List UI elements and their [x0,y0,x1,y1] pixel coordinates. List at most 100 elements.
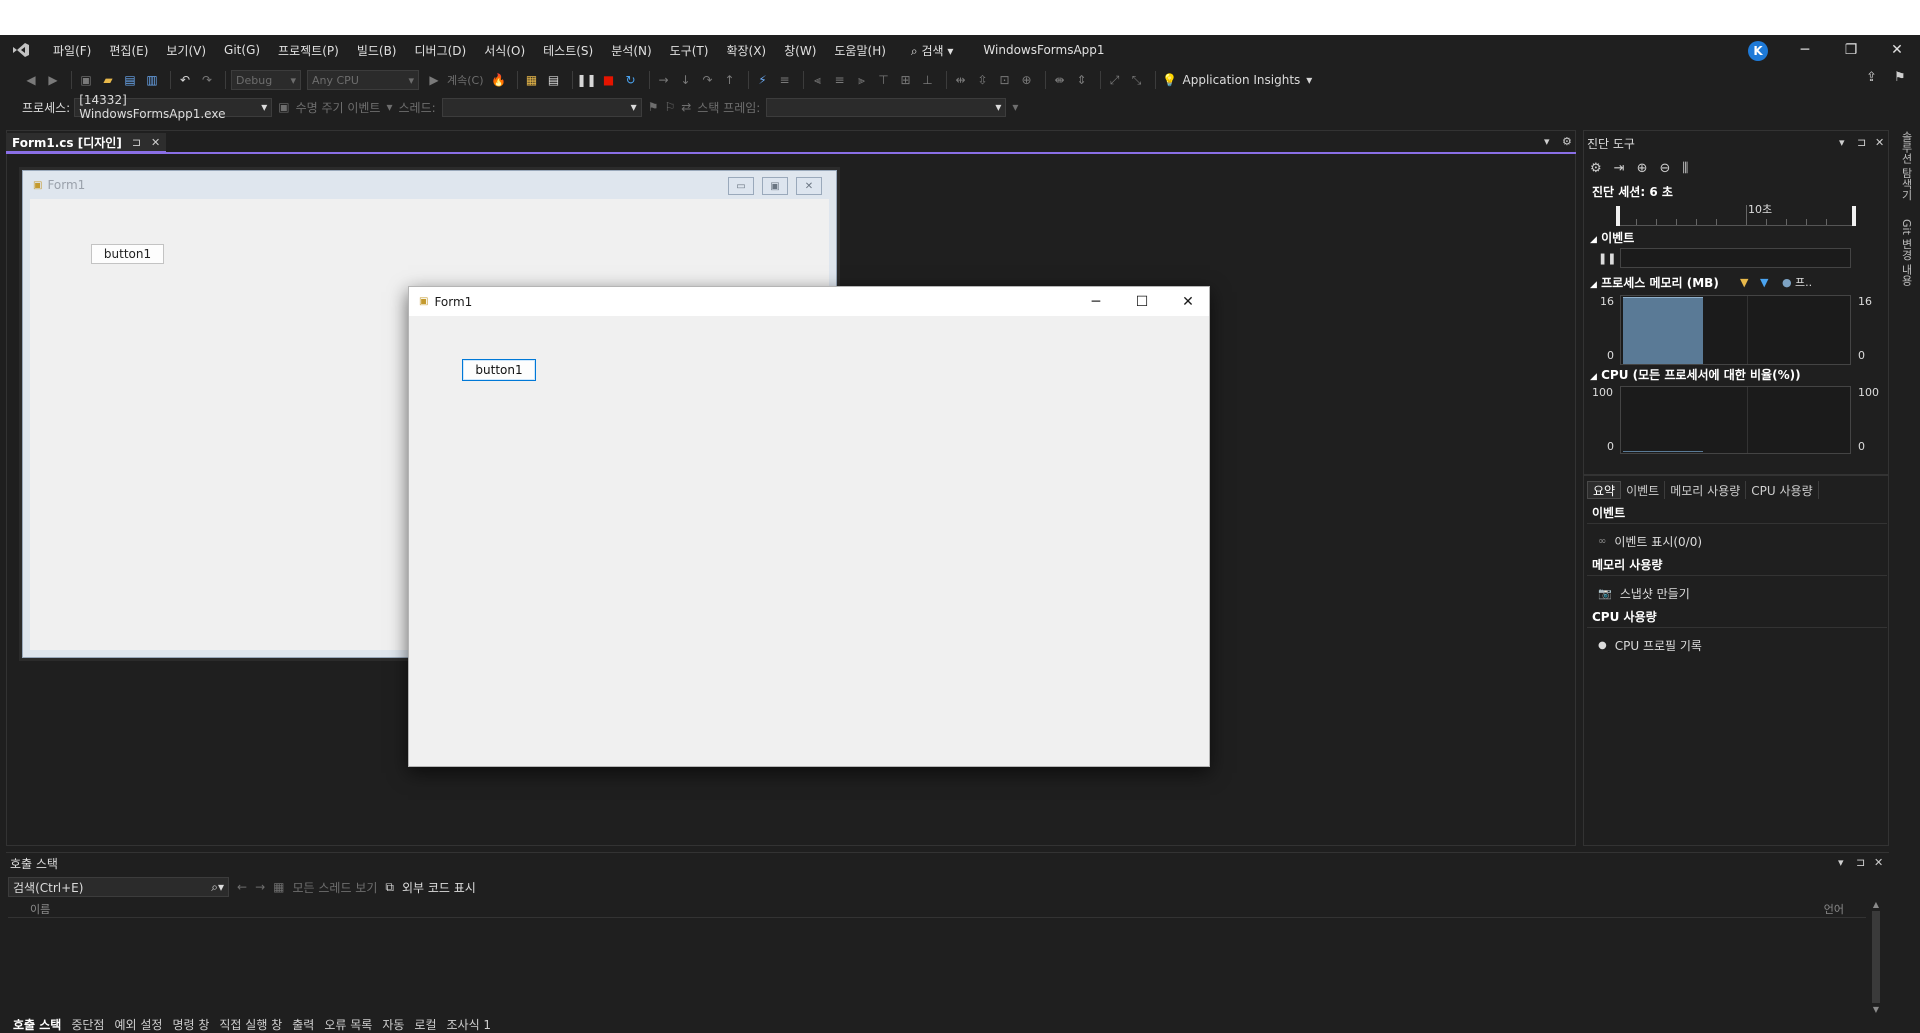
show-next-statement-icon[interactable]: → [655,71,673,89]
git-changes-tab[interactable]: Git 변경 내용 [1898,219,1914,286]
call-stack-scrollbar[interactable]: ▲ ▼ [1870,900,1882,1016]
horizontal-spacing-icon[interactable]: ⇼ [1051,71,1069,89]
back-icon[interactable]: ← [237,880,247,894]
align-centers-icon[interactable]: ≡ [831,71,849,89]
menu-window[interactable]: 창(W) [775,42,825,59]
open-folder-icon[interactable]: ▰ [99,71,117,89]
zoom-icon[interactable]: ⊕ [1018,71,1036,89]
restart-icon[interactable]: ↻ [622,71,640,89]
close-icon[interactable]: ✕ [1874,856,1883,869]
step-over-icon[interactable]: ↷ [699,71,717,89]
tab-autos[interactable]: 자동 [377,1016,409,1033]
continue-label[interactable]: 계속(C) [447,72,484,88]
pin-icon[interactable]: ⊐ [1856,856,1865,869]
scroll-thumb[interactable] [1872,911,1880,1003]
solution-explorer-tab[interactable]: 솔루션 탐색기 [1898,131,1914,201]
comment-icon[interactable]: ≡ [776,71,794,89]
column-language[interactable]: 언어 [1824,901,1844,917]
settings-icon[interactable]: ⚙ [1590,161,1602,176]
continue-icon[interactable]: ▶ [425,71,443,89]
tab-locals[interactable]: 로컬 [409,1016,441,1033]
tab-command-window[interactable]: 명령 창 [167,1016,214,1033]
send-to-back-icon[interactable]: ⤡ [1128,71,1146,89]
restore-button[interactable]: ❐ [1828,35,1874,65]
menu-tools[interactable]: 도구(T) [661,42,718,59]
timeline-end-handle[interactable] [1852,206,1856,226]
cpu-section-header[interactable]: ◢ CPU (모든 프로세서에 대한 비율(%)) [1590,366,1801,383]
menu-edit[interactable]: 편집(E) [100,42,157,59]
panel-menu-icon[interactable]: ▾ [1839,136,1845,149]
show-events-link[interactable]: ∞ 이벤트 표시(0/0) [1598,533,1702,550]
column-name[interactable]: 이름 [30,901,50,917]
back-icon[interactable]: ◀ [22,71,40,89]
show-all-threads-button[interactable]: 모든 스레드 보기 [292,879,377,896]
overflow-icon[interactable]: ▾ [1012,100,1018,114]
scroll-up-icon[interactable]: ▲ [1870,900,1882,909]
form-close-button[interactable]: ✕ [1165,287,1211,316]
platform-select[interactable]: Any CPU ▾ [307,70,419,90]
tab-call-stack[interactable]: 호출 스택 [8,1016,66,1033]
tab-watch-1[interactable]: 조사식 1 [442,1016,497,1033]
designer-button1[interactable]: button1 [91,244,164,264]
close-icon[interactable]: ✕ [1875,136,1884,149]
gear-icon[interactable]: ⚙ [1562,135,1572,148]
menu-project[interactable]: 프로젝트(P) [269,42,348,59]
save-all-icon[interactable]: ▥ [143,71,161,89]
tab-exception-settings[interactable]: 예외 설정 [109,1016,167,1033]
hot-reload-settings-icon[interactable]: ⚡ [754,71,772,89]
feedback-icon[interactable]: ⚑ [1894,70,1906,85]
align-rights-icon[interactable]: ⫸ [853,71,871,89]
menu-format[interactable]: 서식(O) [475,42,534,59]
avatar[interactable]: K [1748,41,1768,61]
browser-link-icon[interactable]: ▦ [523,71,541,89]
lifecycle-events-icon[interactable]: ▣ [278,100,289,114]
make-same-height-icon[interactable]: ⇳ [974,71,992,89]
tab-error-list[interactable]: 오류 목록 [319,1016,377,1033]
tab-cpu-usage[interactable]: CPU 사용량 [1746,481,1819,499]
application-insights-button[interactable]: Application Insights [1183,73,1301,87]
tab-output[interactable]: 출력 [287,1016,319,1033]
cpu-graph[interactable] [1620,386,1851,454]
menu-extensions[interactable]: 확장(X) [717,42,775,59]
thread-select[interactable]: ▾ [441,97,642,117]
pin-icon[interactable]: ⊐ [1857,136,1866,149]
search-button[interactable]: ⌕ 검색 ▾ [903,42,962,59]
menu-build[interactable]: 빌드(B) [348,42,406,59]
events-section-header[interactable]: ◢ 이벤트 [1590,229,1634,246]
call-stack-search-input[interactable]: 검색(Ctrl+E) ⌕▾ [8,877,229,897]
zoom-out-icon[interactable]: ⊖ [1659,161,1670,176]
pause-events-button[interactable]: ❚❚ [1598,252,1616,265]
menu-view[interactable]: 보기(V) [157,42,215,59]
align-lefts-icon[interactable]: ⫷ [809,71,827,89]
flag-threads-icon[interactable]: ⚐ [664,100,675,114]
hot-reload-icon[interactable]: 🔥 [490,71,508,89]
menu-debug[interactable]: 디버그(D) [406,42,476,59]
forward-icon[interactable]: → [255,880,265,894]
layout-icon[interactable]: ▤ [545,71,563,89]
tab-summary[interactable]: 요약 [1587,481,1622,499]
memory-section-header[interactable]: ◢ 프로세스 메모리 (MB) [1590,274,1719,291]
form-minimize-button[interactable]: ─ [1073,287,1119,316]
running-form-window[interactable]: ▣ Form1 ─ ☐ ✕ button1 [408,286,1210,767]
show-external-code-button[interactable]: 외부 코드 표시 [402,879,476,896]
tab-form1-design[interactable]: Form1.cs [디자인] ⊐ ✕ [6,133,167,153]
reset-view-icon[interactable]: ⫼ [1682,161,1688,176]
align-bottoms-icon[interactable]: ⊥ [919,71,937,89]
save-icon[interactable]: ▤ [121,71,139,89]
tab-breakpoints[interactable]: 중단점 [66,1016,109,1033]
size-to-grid-icon[interactable]: ⊡ [996,71,1014,89]
solution-config-select[interactable]: Debug ▾ [231,70,301,90]
forward-icon[interactable]: ▶ [44,71,62,89]
menu-file[interactable]: 파일(F) [44,42,100,59]
take-snapshot-button[interactable]: 📷 스냅샷 만들기 [1598,585,1690,602]
step-out-icon[interactable]: ↑ [721,71,739,89]
pause-icon[interactable]: ❚❚ [576,71,596,89]
menu-help[interactable]: 도움말(H) [825,42,895,59]
tab-events[interactable]: 이벤트 [1621,481,1666,499]
memory-graph[interactable] [1620,295,1851,365]
lifecycle-events-label[interactable]: 수명 주기 이벤트 [296,99,381,116]
close-tab-icon[interactable]: ✕ [151,136,160,149]
panel-menu-icon[interactable]: ▾ [1838,856,1844,869]
minimize-button[interactable]: ─ [1782,35,1828,65]
stack-frame-select[interactable]: ▾ [766,97,1007,117]
